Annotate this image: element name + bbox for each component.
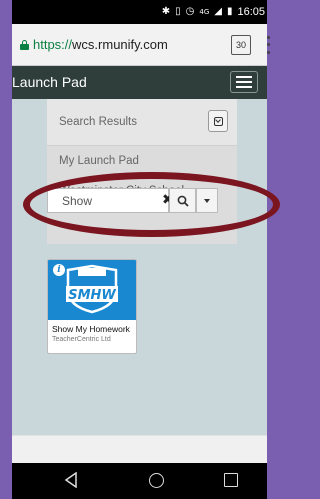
logo-text: SMHW (68, 288, 116, 303)
vibrate-icon: ▯ (175, 6, 181, 17)
status-bar: ✱ ▯ ◷ 4G ◢ ▮ 16:05 (12, 0, 267, 24)
shield-icon: SMHW (66, 264, 118, 314)
app-name: Show My Homework (52, 324, 130, 334)
info-icon[interactable]: i (53, 264, 65, 276)
chevron-down-icon (213, 116, 223, 126)
hamburger-menu-icon[interactable] (230, 71, 258, 93)
dropdown-item-label: Search Results (59, 116, 137, 128)
network-type-label: 4G (199, 7, 210, 16)
signal-icon: ◢ (214, 6, 222, 17)
app-tile[interactable]: SMHW i Show My Homework TeacherCentric L… (47, 259, 137, 354)
clock: 16:05 (237, 6, 265, 18)
device-frame (0, 0, 12, 499)
page-title: Launch Pad (12, 74, 87, 90)
url-host: wcs.rmunify.com (72, 37, 168, 52)
back-icon[interactable] (64, 472, 78, 488)
app-vendor: TeacherCentric Ltd (52, 336, 111, 343)
battery-icon: ▮ (226, 6, 233, 17)
app-logo: SMHW i (48, 260, 136, 320)
browser-toolbar: https://wcs.rmunify.com 30 (12, 24, 270, 66)
collapse-toggle-button[interactable] (208, 110, 228, 132)
tab-switcher-button[interactable]: 30 (231, 35, 251, 55)
app-bar: Launch Pad (12, 66, 267, 99)
main-content: Search Results My Launch Pad Westminster… (12, 99, 280, 435)
bluetooth-icon: ✱ (161, 6, 171, 17)
recent-apps-icon[interactable] (224, 473, 238, 487)
overflow-menu-icon[interactable] (265, 34, 271, 56)
alarm-icon: ◷ (185, 6, 195, 17)
lock-icon (20, 39, 29, 50)
highlight-ellipse (23, 172, 280, 237)
home-icon[interactable] (149, 473, 164, 488)
android-nav-bar (12, 463, 267, 499)
url-scheme: https:// (33, 37, 73, 52)
dropdown-item-my-launch-pad[interactable]: My Launch Pad (59, 155, 139, 167)
url-field[interactable]: https://wcs.rmunify.com (20, 31, 210, 59)
bottom-band (12, 435, 267, 463)
